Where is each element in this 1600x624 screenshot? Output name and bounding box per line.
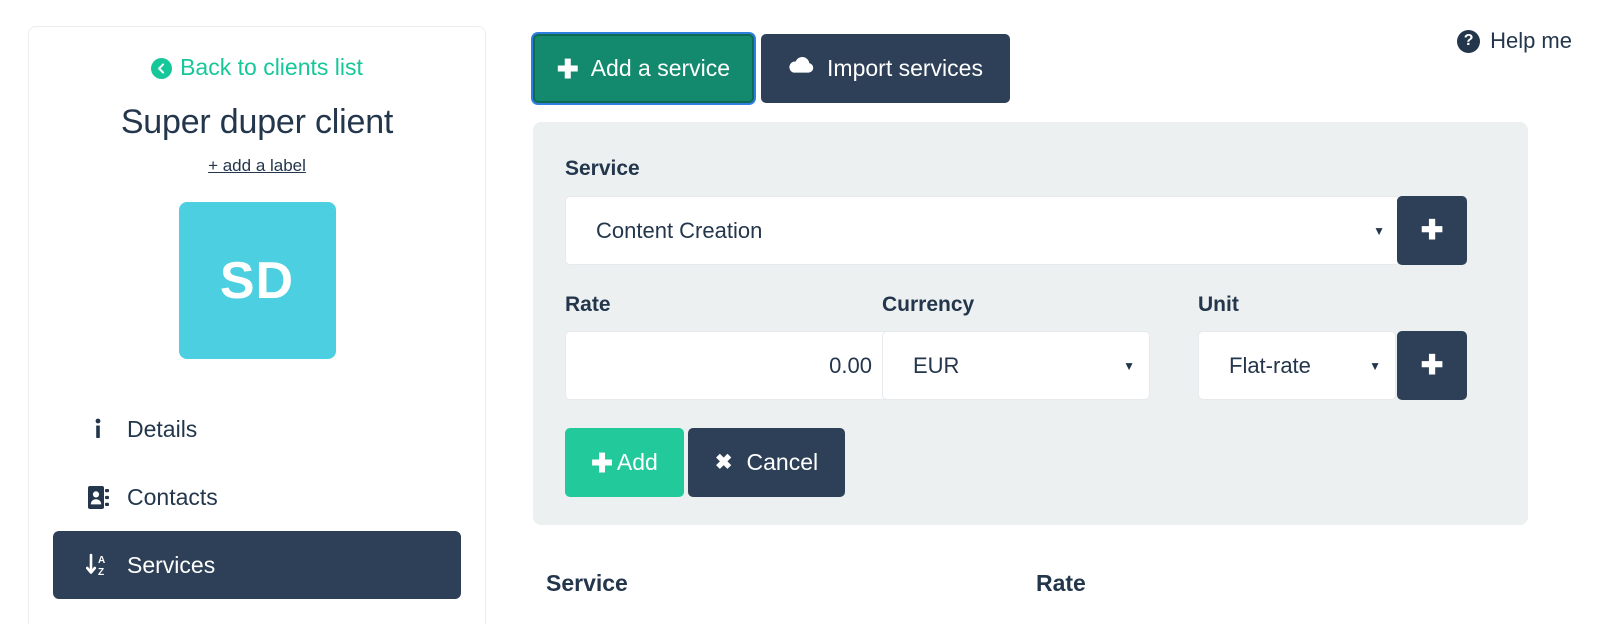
- service-select-value: Content Creation: [596, 217, 763, 243]
- unit-select[interactable]: Flat-rate ▼: [1198, 331, 1396, 400]
- column-header-service: Service: [546, 570, 628, 596]
- page-root: Back to clients list Super duper client …: [0, 0, 1600, 624]
- unit-select-value: Flat-rate: [1229, 352, 1311, 378]
- sidebar-item-label: Services: [127, 551, 216, 578]
- rate-input-group: EUR: [565, 331, 939, 400]
- column-header-rate: Rate: [1036, 570, 1086, 596]
- sort-alpha-down-icon: A Z: [85, 553, 111, 577]
- chevron-down-icon: ▼: [1373, 223, 1385, 238]
- import-services-label: Import services: [827, 55, 983, 81]
- rate-field-label: Rate: [565, 293, 611, 316]
- plus-icon: ✚: [1420, 350, 1444, 380]
- plus-icon: ✚: [556, 53, 579, 84]
- client-sidebar-card: Back to clients list Super duper client …: [28, 26, 486, 624]
- cancel-label: Cancel: [746, 449, 819, 475]
- chevron-down-icon: ▼: [1123, 358, 1135, 373]
- cancel-button[interactable]: ✖ Cancel: [688, 428, 845, 497]
- add-new-service-button[interactable]: ✚: [1397, 196, 1467, 265]
- add-service-form-panel: Service Content Creation ▼ ✚ Rate EUR Cu…: [533, 122, 1528, 525]
- service-field-label: Service: [565, 157, 640, 180]
- sidebar-item-services[interactable]: A Z Services: [53, 531, 461, 599]
- sidebar-item-label: Contacts: [127, 483, 218, 510]
- add-a-label-link[interactable]: + add a label: [208, 156, 306, 175]
- submit-add-label: Add: [616, 449, 658, 475]
- currency-select[interactable]: EUR ▼: [882, 331, 1150, 400]
- svg-text:A: A: [98, 555, 105, 566]
- avatar: SD: [178, 202, 336, 359]
- sidebar-item-label: Details: [127, 415, 198, 442]
- rate-input[interactable]: [565, 331, 890, 400]
- plus-icon: ✚: [591, 447, 613, 478]
- address-book-icon: [85, 485, 111, 509]
- import-services-button[interactable]: Import services: [761, 34, 1010, 103]
- unit-field-label: Unit: [1198, 293, 1239, 316]
- back-link-label: Back to clients list: [180, 54, 363, 80]
- help-me-link[interactable]: ? Help me: [1457, 28, 1572, 54]
- add-a-service-button[interactable]: ✚ Add a service: [533, 34, 754, 103]
- times-icon: ✖: [714, 451, 733, 474]
- cloud-upload-icon: [788, 55, 815, 82]
- back-to-clients-list-link[interactable]: Back to clients list: [29, 54, 485, 81]
- add-new-unit-button[interactable]: ✚: [1397, 331, 1467, 400]
- sidebar-item-contacts[interactable]: Contacts: [53, 463, 461, 531]
- add-label-wrapper: + add a label: [29, 156, 485, 176]
- plus-icon: ✚: [1420, 215, 1444, 245]
- service-select[interactable]: Content Creation ▼: [565, 196, 1400, 265]
- question-circle-icon: ?: [1457, 29, 1481, 53]
- client-nav: Details Contacts A Z Services: [29, 395, 485, 599]
- sidebar-item-details[interactable]: Details: [53, 395, 461, 463]
- add-a-service-label: Add a service: [590, 55, 731, 81]
- circle-arrow-left-icon: [151, 58, 173, 79]
- avatar-initials: SD: [219, 251, 295, 310]
- help-me-label: Help me: [1490, 28, 1572, 53]
- client-name-heading: Super duper client: [120, 103, 394, 141]
- svg-text:Z: Z: [98, 567, 104, 577]
- currency-field-label: Currency: [882, 293, 975, 316]
- chevron-down-icon: ▼: [1369, 358, 1381, 373]
- submit-add-button[interactable]: ✚ Add: [565, 428, 684, 497]
- info-icon: [85, 418, 111, 440]
- currency-select-value: EUR: [913, 352, 960, 378]
